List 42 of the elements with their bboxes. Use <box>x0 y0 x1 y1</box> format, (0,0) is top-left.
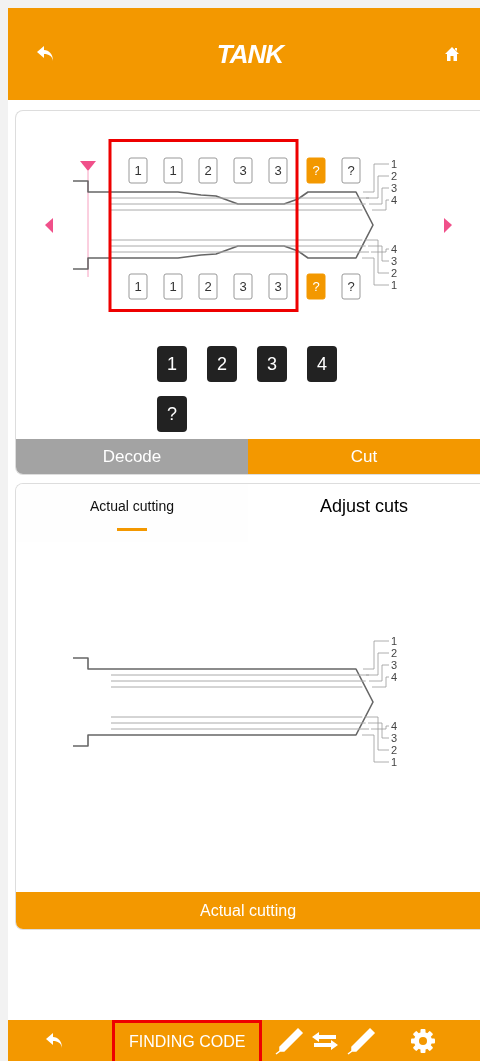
depth-label: 4 <box>391 243 398 255</box>
cut-button[interactable]: 3 <box>233 273 253 300</box>
depth-label: 3 <box>391 255 398 267</box>
cut-button[interactable]: 2 <box>198 273 218 300</box>
cut-button[interactable]: 1 <box>128 273 148 300</box>
depth-label: 2 <box>391 267 398 279</box>
depth-label: 3 <box>391 732 398 744</box>
depth-button[interactable]: 3 <box>257 346 287 382</box>
home-icon[interactable] <box>444 46 460 62</box>
depth-label: 4 <box>391 671 398 683</box>
depth-label: 2 <box>391 170 398 182</box>
depth-button[interactable]: ? <box>157 396 187 432</box>
depth-label: 2 <box>391 744 398 756</box>
depth-button[interactable]: 1 <box>157 346 187 382</box>
depth-label: 1 <box>391 635 398 647</box>
depth-label: 1 <box>391 756 398 768</box>
left-arrow-icon[interactable] <box>45 218 53 233</box>
right-arrow-icon[interactable] <box>444 218 452 233</box>
depth-label: 2 <box>391 647 398 659</box>
cut-button[interactable]: 2 <box>198 157 218 184</box>
depth-label: 4 <box>391 194 398 206</box>
pen-icon[interactable] <box>346 1026 377 1055</box>
app-logo: TANK <box>216 38 284 70</box>
back-icon[interactable] <box>45 1031 65 1050</box>
depth-label: 1 <box>391 158 398 170</box>
cut-button[interactable]: 3 <box>268 273 288 300</box>
cut-button[interactable]: 3 <box>268 157 288 184</box>
back-icon[interactable] <box>36 45 56 63</box>
pen-icon[interactable] <box>274 1026 305 1055</box>
depth-label: 3 <box>391 182 398 194</box>
depth-button[interactable]: 4 <box>307 346 337 382</box>
depth-label: 4 <box>391 720 398 732</box>
settings-icon[interactable] <box>410 1027 437 1054</box>
cut-button[interactable]: 1 <box>163 157 183 184</box>
depth-button[interactable]: 2 <box>207 346 237 382</box>
cut-button[interactable]: 1 <box>128 157 148 184</box>
cut-button[interactable]: ? <box>341 273 361 300</box>
cut-button[interactable]: 1 <box>163 273 183 300</box>
cut-button[interactable]: 3 <box>233 157 253 184</box>
depth-label: 3 <box>391 659 398 671</box>
cut-button[interactable]: ? <box>341 157 361 184</box>
depth-label: 1 <box>391 279 398 291</box>
